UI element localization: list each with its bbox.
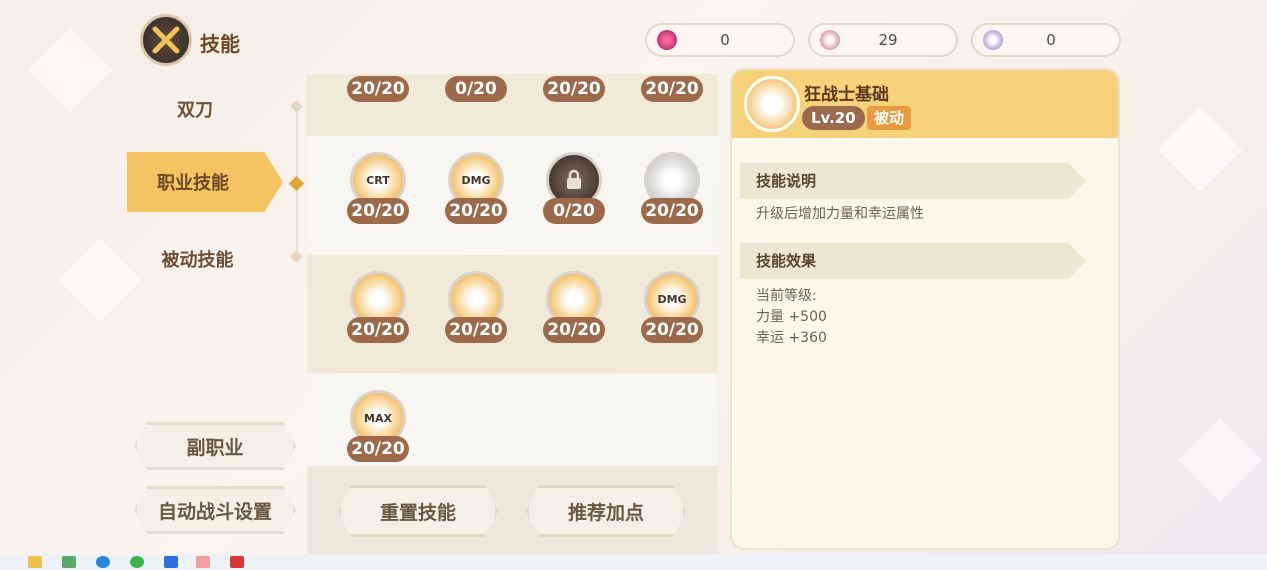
skill-slot[interactable]: 20/20 (539, 271, 609, 351)
currency-value: 29 (878, 31, 898, 49)
skill-slot[interactable]: MAX 20/20 (343, 390, 413, 466)
description-section-title: 技能说明 (740, 163, 1086, 199)
skill-level: 20/20 (641, 198, 703, 224)
browser-icon[interactable] (96, 556, 110, 568)
wechat-icon[interactable] (130, 556, 144, 568)
skill-level: 0/20 (543, 198, 605, 224)
folder-icon[interactable] (28, 556, 42, 568)
skill-slot[interactable]: 20/20 (441, 271, 511, 351)
currency-value: 0 (720, 31, 730, 49)
book-icon (983, 30, 1003, 50)
skill-slot[interactable]: DMG 20/20 (637, 271, 707, 351)
skill-row: 20/20 20/20 20/20 DMG 20/20 (307, 255, 718, 373)
effect-section-title: 技能效果 (740, 243, 1086, 279)
effect-line: 幸运 +360 (756, 330, 827, 346)
tab-dual-blades[interactable]: 双刀 (160, 96, 230, 122)
tab-passive-skills[interactable]: 被动技能 (150, 246, 245, 272)
description-text: 升级后增加力量和幸运属性 (756, 206, 924, 222)
taskbar (0, 554, 1267, 570)
berserker-skill-icon (744, 76, 800, 132)
skill-row: 20/20 0/20 20/20 20/20 (307, 74, 718, 136)
skill-row: CRT 20/20 DMG 20/20 0/20 20/20 (307, 136, 718, 254)
skill-level: 20/20 (347, 436, 409, 462)
nav-marker (290, 250, 303, 263)
effect-line: 当前等级: (756, 288, 817, 304)
detail-header: 狂战士基础 Lv.20 被动 (732, 70, 1118, 138)
nav-marker (290, 100, 303, 113)
crossed-swords-icon (140, 14, 192, 66)
skill-type-badge: 被动 (867, 106, 912, 130)
wps-icon[interactable] (230, 556, 244, 568)
auto-battle-settings-button[interactable]: 自动战斗设置 (134, 486, 296, 534)
background-diamond (27, 27, 113, 113)
skill-slot[interactable]: 20/20 (539, 74, 609, 102)
background-diamond (57, 237, 143, 323)
skill-level: 0/20 (445, 76, 507, 102)
skill-level: 20/20 (543, 76, 605, 102)
skill-level: 20/20 (445, 317, 507, 343)
page-title: 技能 (200, 32, 240, 56)
skill-level: 20/20 (641, 76, 703, 102)
sub-job-button[interactable]: 副职业 (134, 422, 296, 470)
background-diamond (1157, 107, 1243, 193)
skill-slot[interactable]: DMG 20/20 (441, 152, 511, 232)
reset-skills-button[interactable]: 重置技能 (338, 485, 498, 537)
skill-grid[interactable]: 20/20 0/20 20/20 20/20 CRT 20/20 DMG 20/… (307, 74, 718, 466)
skill-slot[interactable]: 20/20 (343, 271, 413, 351)
skill-level: 20/20 (347, 198, 409, 224)
game-icon[interactable] (196, 556, 210, 568)
nav-marker-active (288, 175, 305, 192)
skill-slot[interactable]: 0/20 (539, 152, 609, 232)
skill-name: 狂战士基础 (804, 85, 889, 105)
scroll-icon (820, 30, 840, 50)
skill-slot[interactable]: CRT 20/20 (343, 152, 413, 232)
currency-value: 0 (1046, 31, 1056, 49)
background-diamond (1177, 417, 1263, 503)
skill-slot[interactable]: 20/20 (637, 74, 707, 102)
currency-gem[interactable]: 0 (645, 23, 795, 57)
effect-line: 力量 +500 (756, 309, 827, 325)
app-icon[interactable] (62, 556, 76, 568)
skill-level: 20/20 (445, 198, 507, 224)
app-icon[interactable] (164, 556, 178, 568)
skill-level: 20/20 (543, 317, 605, 343)
gem-icon (657, 30, 677, 50)
skill-level: 20/20 (641, 317, 703, 343)
recommended-points-button[interactable]: 推荐加点 (526, 485, 686, 537)
skill-slot[interactable]: 0/20 (441, 74, 511, 102)
skill-slot[interactable]: 20/20 (343, 74, 413, 102)
currency-scroll[interactable]: 29 (808, 23, 958, 57)
skill-detail-panel: 狂战士基础 Lv.20 被动 技能说明 升级后增加力量和幸运属性 技能效果 当前… (730, 68, 1120, 550)
lock-icon (567, 169, 581, 189)
currency-book[interactable]: 0 (971, 23, 1121, 57)
skill-slot[interactable]: 20/20 (637, 152, 707, 232)
tab-label: 职业技能 (157, 173, 229, 194)
tab-job-skills[interactable]: 职业技能 (127, 152, 283, 212)
skill-level-badge: Lv.20 (802, 106, 865, 130)
skill-level: 20/20 (347, 76, 409, 102)
skill-row: MAX 20/20 (307, 374, 718, 466)
skill-level: 20/20 (347, 317, 409, 343)
